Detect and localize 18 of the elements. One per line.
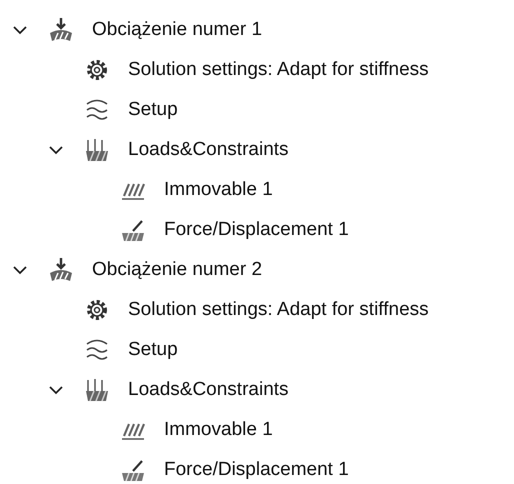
tree-item-label[interactable]: Loads&Constraints bbox=[128, 379, 289, 401]
tree-item-label[interactable]: Immovable 1 bbox=[164, 419, 273, 441]
tree-item-label[interactable]: Solution settings: Adapt for stiffness bbox=[128, 59, 429, 81]
tree-item-label[interactable]: Solution settings: Adapt for stiffness bbox=[128, 299, 429, 321]
hatched-loads-icon bbox=[84, 377, 110, 403]
tree-item-label[interactable]: Immovable 1 bbox=[164, 179, 273, 201]
tree-item-label[interactable]: Setup bbox=[128, 99, 178, 121]
tree-item-label[interactable]: Force/Displacement 1 bbox=[164, 459, 349, 481]
load-case-icon bbox=[48, 17, 74, 43]
tree-item-label[interactable]: Setup bbox=[128, 339, 178, 361]
tree-item-label[interactable]: Obciążenie numer 2 bbox=[92, 259, 262, 281]
load-case-icon bbox=[48, 257, 74, 283]
tree-item-label[interactable]: Obciążenie numer 1 bbox=[92, 19, 262, 41]
gear-icon bbox=[84, 297, 110, 323]
hatched-loads-icon bbox=[84, 137, 110, 163]
tree-item-label[interactable]: Force/Displacement 1 bbox=[164, 219, 349, 241]
tree-item-label[interactable]: Loads&Constraints bbox=[128, 139, 289, 161]
gear-icon bbox=[84, 57, 110, 83]
